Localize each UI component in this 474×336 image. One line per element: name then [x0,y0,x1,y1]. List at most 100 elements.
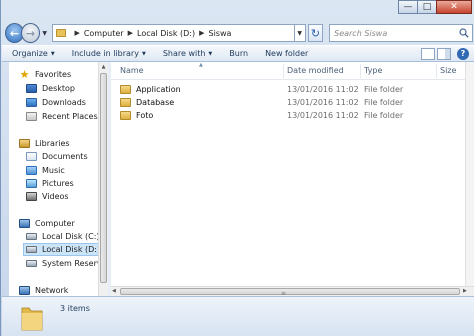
chevron-right-icon[interactable]: ▶ [128,29,133,37]
share-with-label: Share with [162,49,206,58]
table-row[interactable]: Foto 13/01/2016 11:02 File folder [111,109,465,122]
documents-icon [26,152,37,161]
computer-icon [19,219,30,228]
folder-icon [120,85,131,94]
breadcrumb-computer[interactable]: Computer [84,29,124,38]
column-type[interactable]: Type [364,66,382,75]
nav-local-disk-c-label: Local Disk (C:) [42,232,100,241]
nav-desktop[interactable]: Desktop [26,82,75,95]
view-controls: ? [421,47,474,60]
share-with-button[interactable]: Share with ▼ [163,49,212,58]
file-name: Database [136,98,175,107]
file-date: 13/01/2016 11:02 [287,111,359,120]
table-row[interactable]: Database 13/01/2016 11:02 File folder [111,96,465,109]
column-divider[interactable] [283,64,284,78]
scroll-left-icon[interactable]: ◀ [112,288,116,294]
maximize-button[interactable]: □ [417,0,437,14]
libraries-icon [19,139,30,148]
navigation-scrollbar[interactable]: ▲ [98,62,108,296]
nav-desktop-label: Desktop [42,84,75,93]
nav-videos-label: Videos [42,192,69,201]
column-name[interactable]: Name [120,66,144,75]
nav-documents[interactable]: Documents [26,150,88,163]
sort-ascending-icon: ▲ [199,62,203,68]
column-divider[interactable] [360,64,361,78]
scroll-up-icon[interactable]: ▲ [99,62,108,71]
table-row[interactable]: Application 13/01/2016 11:02 File folder [111,83,465,96]
burn-button[interactable]: Burn [229,49,248,58]
address-history-button[interactable]: ▼ [294,24,306,42]
file-list: ▲ Name Date modified Type Size Applicati… [111,62,465,286]
new-folder-button[interactable]: New folder [265,49,308,58]
chevron-down-icon: ▼ [208,50,213,57]
nav-music[interactable]: Music [26,164,65,177]
nav-recent-places[interactable]: Recent Places [26,110,98,123]
minimize-button[interactable]: — [398,0,418,14]
column-headers: ▲ Name Date modified Type Size [111,62,465,80]
nav-favorites[interactable]: ★ Favorites [19,68,72,81]
address-row: ← → ▼ ▶ Computer ▶ Local Disk (D:) ▶ Sis… [5,21,473,45]
search-input[interactable]: Search Siswa [329,24,473,42]
close-button[interactable]: ✕ [436,0,472,14]
folder-icon [120,98,131,107]
nav-local-disk-d-label: Local Disk (D:) [42,245,101,254]
command-bar: Organize ▼ Include in library ▼ Share with… [2,45,474,62]
nav-downloads[interactable]: Downloads [26,96,86,109]
navigation-pane: ★ Favorites Desktop Downloads Recent Pla… [9,62,108,296]
file-name-cell: Application [120,85,181,94]
chevron-right-icon[interactable]: ▶ [199,29,204,37]
chevron-down-icon: ▼ [42,29,48,37]
item-count: 3 items [60,304,90,313]
breadcrumb-siswa[interactable]: Siswa [209,29,232,38]
nav-local-disk-d[interactable]: Local Disk (D:) [23,243,105,256]
nav-videos[interactable]: Videos [26,190,69,203]
column-divider[interactable] [436,64,437,78]
organize-label: Organize [12,49,48,58]
close-icon: ✕ [450,2,458,12]
address-bar[interactable]: ▶ Computer ▶ Local Disk (D:) ▶ Siswa [52,24,295,42]
file-type: File folder [364,111,404,120]
column-date-modified[interactable]: Date modified [287,66,344,75]
chevron-down-icon: ▼ [50,50,55,57]
nav-local-disk-c[interactable]: Local Disk (C:) [26,230,100,243]
preview-pane-icon[interactable] [437,47,451,60]
file-type: File folder [364,98,404,107]
chevron-down-icon: ▼ [297,29,302,37]
nav-computer[interactable]: Computer [19,217,75,230]
folder-icon [120,111,131,120]
refresh-button[interactable]: ↻ [307,24,324,42]
scroll-right-icon[interactable]: ▶ [463,288,467,294]
chevron-right-icon[interactable]: ▶ [74,29,79,37]
scrollbar-thumb[interactable] [100,73,107,283]
scrollbar-thumb[interactable]: ≡ [120,288,460,297]
column-size[interactable]: Size [440,66,456,75]
recent-pages-button[interactable]: ▼ [40,30,49,37]
new-folder-label: New folder [265,49,309,58]
star-icon: ★ [19,68,30,81]
nav-recent-places-label: Recent Places [42,112,98,121]
file-list-horizontal-scrollbar[interactable]: ◀ ≡ ▶ [111,286,474,297]
nav-computer-label: Computer [35,219,75,228]
nav-music-label: Music [42,166,65,175]
recent-places-icon [26,112,37,121]
downloads-icon [26,98,37,107]
change-view-icon[interactable] [421,47,435,60]
include-in-library-label: Include in library [71,49,139,58]
nav-libraries[interactable]: Libraries [19,137,70,150]
organize-button[interactable]: Organize ▼ [12,49,55,58]
nav-downloads-label: Downloads [42,98,86,107]
window-controls: — □ ✕ [398,0,472,14]
breadcrumb-local-disk-d[interactable]: Local Disk (D:) [137,29,195,38]
forward-button[interactable]: → [21,23,40,43]
file-list-vertical-scrollbar[interactable] [465,62,474,286]
minimize-icon: — [403,2,413,12]
nav-pictures[interactable]: Pictures [26,177,74,190]
nav-favorites-label: Favorites [35,70,72,79]
nav-system-reserved[interactable]: System Reserved [26,257,108,270]
videos-icon [26,192,37,201]
nav-network[interactable]: Network [19,284,68,296]
help-icon[interactable]: ? [457,47,469,60]
search-icon[interactable] [456,25,472,41]
include-in-library-button[interactable]: Include in library ▼ [72,49,146,58]
file-type: File folder [364,85,404,94]
